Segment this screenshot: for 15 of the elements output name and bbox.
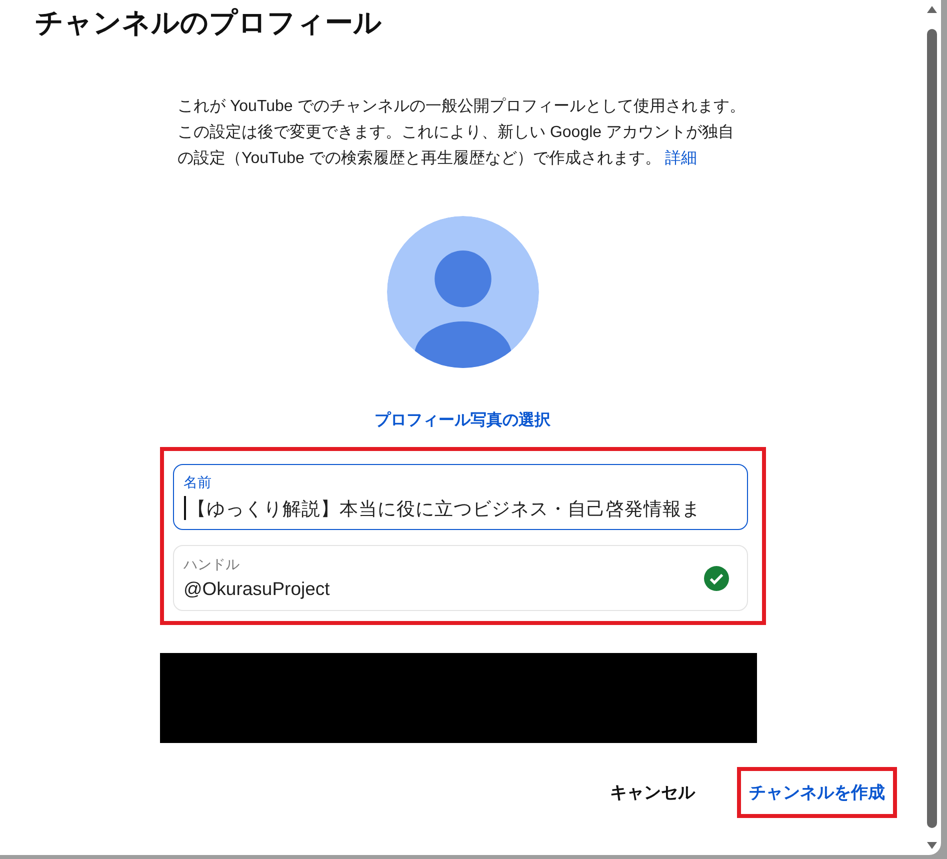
dialog-title: チャンネルのプロフィール: [35, 6, 382, 40]
field-value: 【ゆっくり解説】本当に役に立つビジネス・自己啓発情報ま: [188, 496, 700, 520]
avatar-icon: [386, 216, 538, 368]
create-channel-button[interactable]: チャンネルを作成: [737, 767, 897, 818]
input-field[interactable]: ハンドル @OkurasuProject: [172, 545, 748, 611]
input-field[interactable]: 名前 【ゆっくり解説】本当に役に立つビジネス・自己啓発情報ま: [172, 464, 748, 530]
learn-more-link[interactable]: 詳細: [664, 150, 697, 167]
choose-photo-link[interactable]: プロフィール写真の選択: [366, 406, 558, 435]
check-icon: [704, 566, 728, 590]
field-value: @OkurasuProject: [184, 578, 330, 600]
field-label: ハンドル: [184, 556, 240, 574]
field-label: 名前: [184, 474, 212, 492]
cancel-button[interactable]: キャンセル: [604, 773, 701, 812]
description-text: これが YouTube でのチャンネルの一般公開プロフィールとして使用されます。この設定は後で変更できます。これにより、新しい Google アカウントが独自の設定（YouTube での検索履歴と再生履歴など）で作成されます。 詳細: [178, 96, 746, 169]
text-cursor: [184, 496, 186, 520]
